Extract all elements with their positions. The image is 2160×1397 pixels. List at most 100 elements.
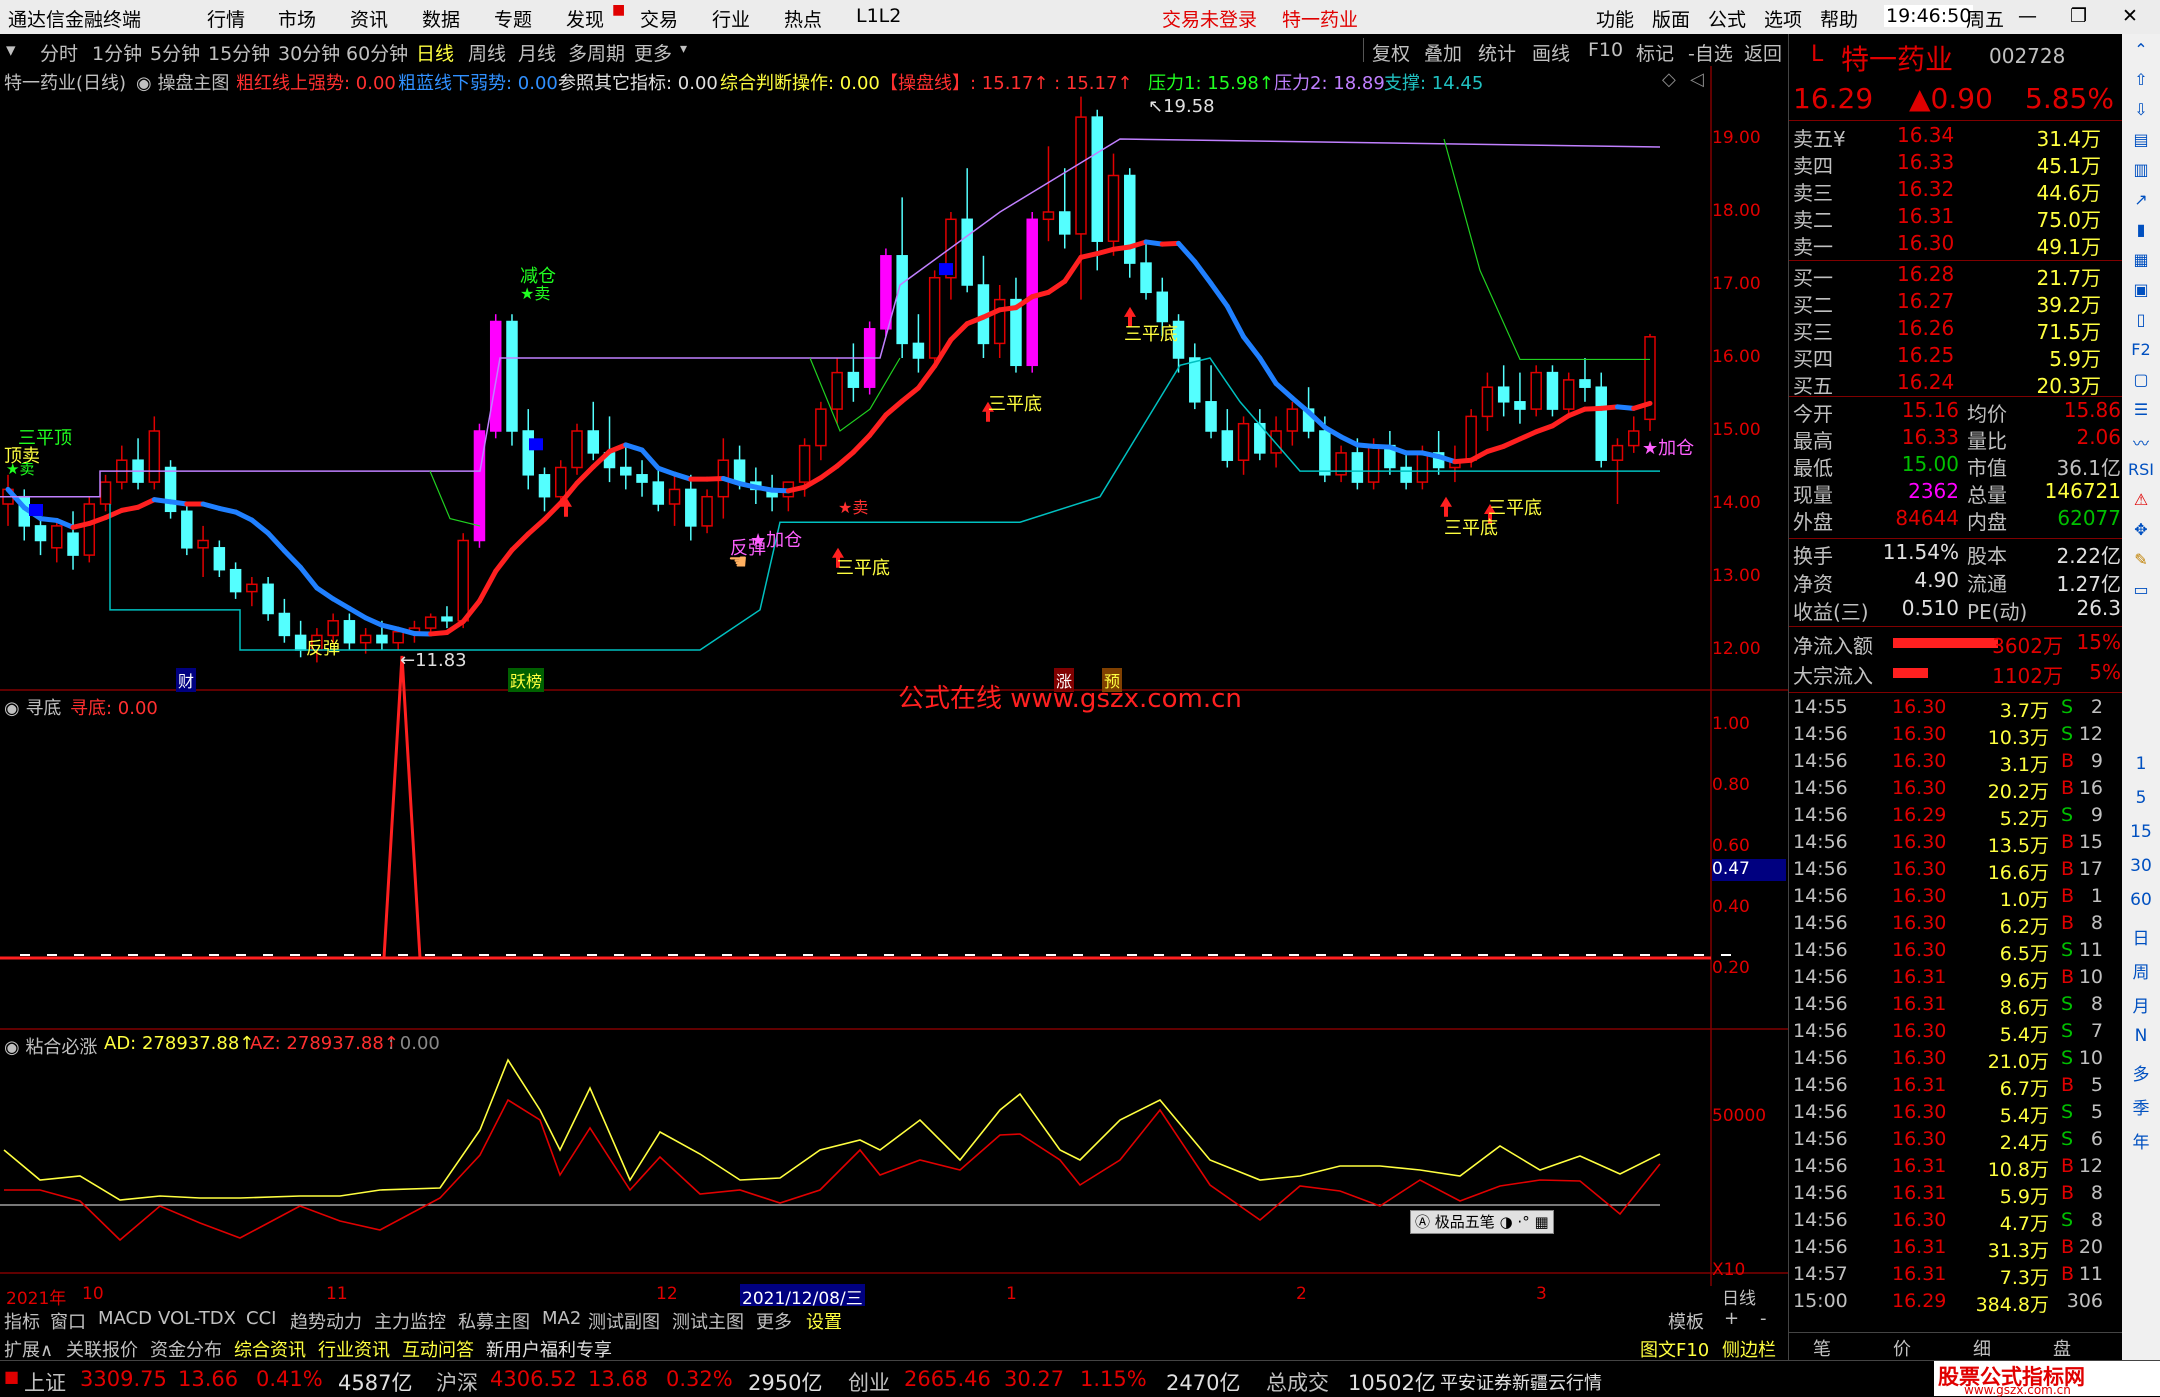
period-shortcut[interactable]: 月	[2126, 992, 2156, 1017]
menu-item-hangqing[interactable]: 行情	[207, 5, 245, 32]
tab-more[interactable]: 更多	[634, 39, 672, 66]
ask-row[interactable]: 卖五¥ 16.34 31.4万	[1789, 123, 2109, 150]
tab-bi[interactable]: 笔	[1813, 1335, 1831, 1361]
arrow-down-icon[interactable]: ⇩	[2126, 100, 2156, 119]
table-row[interactable]: 14:56 16.30 5.4万 S 7	[1789, 1020, 2109, 1047]
wave-icon[interactable]: 〰	[2126, 430, 2156, 454]
tab-pan[interactable]: 盘	[2053, 1335, 2071, 1361]
menu-item-l1l2[interactable]: L1L2	[856, 5, 901, 27]
tab-1min[interactable]: 1分钟	[92, 39, 142, 66]
fuquan-button[interactable]: 复权	[1372, 39, 1410, 66]
table-row[interactable]: 14:56 16.30 13.5万 B 15	[1789, 831, 2109, 858]
table-row[interactable]: 14:56 16.31 5.9万 B 8	[1789, 1182, 2109, 1209]
table-row[interactable]: 14:56 16.30 21.0万 S 10	[1789, 1047, 2109, 1074]
huaxian-button[interactable]: 画线	[1532, 39, 1570, 66]
chevron-down-icon[interactable]: ▾	[6, 39, 16, 61]
table-row[interactable]: 14:56 16.30 6.2万 B 8	[1789, 912, 2109, 939]
close-icon[interactable]: ✕	[2122, 5, 2138, 27]
tab-shezhi[interactable]: 设置	[806, 1308, 842, 1334]
period-shortcut[interactable]: N	[2126, 1026, 2156, 1046]
period-shortcut[interactable]: 日	[2126, 924, 2156, 949]
tab-macd[interactable]: MACD	[98, 1308, 152, 1329]
tab-fenshi[interactable]: 分时	[40, 39, 78, 66]
menu-item-hangye[interactable]: 行业	[712, 5, 750, 32]
cai-marker[interactable]: 财	[176, 668, 196, 692]
chevron-up-icon[interactable]: ⌃	[2126, 40, 2156, 59]
ext-f10[interactable]: 图文F10	[1640, 1336, 1709, 1362]
table-row[interactable]: 14:56 16.30 5.4万 S 5	[1789, 1101, 2109, 1128]
cy-name[interactable]: 创业	[848, 1367, 890, 1397]
menu-item-bangzhu[interactable]: 帮助	[1820, 5, 1858, 32]
table-row[interactable]: 15:00 16.29 384.8万 306	[1789, 1290, 2109, 1317]
tab-cci[interactable]: CCI	[246, 1308, 276, 1329]
diejia-button[interactable]: 叠加	[1424, 39, 1462, 66]
minimize-icon[interactable]: —	[2018, 5, 2037, 27]
tab-gengduo[interactable]: 更多	[756, 1308, 792, 1334]
menu-item-gongneng[interactable]: 功能	[1596, 5, 1634, 32]
zoom-in-button[interactable]: +	[1724, 1308, 1739, 1329]
trend-icon[interactable]: ↗	[2126, 190, 2156, 209]
arrow-up-icon[interactable]: ⇧	[2126, 70, 2156, 89]
tab-xi[interactable]: 细	[1973, 1335, 1991, 1361]
tab-muban[interactable]: 模板	[1668, 1308, 1704, 1334]
tab-zhuli[interactable]: 主力监控	[374, 1308, 446, 1334]
bar-icon[interactable]: ▮	[2126, 220, 2156, 239]
bid-row[interactable]: 买一 16.28 21.7万	[1789, 262, 2109, 289]
menu-item-shichang[interactable]: 市场	[278, 5, 316, 32]
table-row[interactable]: 14:56 16.30 1.0万 B 1	[1789, 885, 2109, 912]
tongji-button[interactable]: 统计	[1478, 39, 1516, 66]
table-row[interactable]: 14:56 16.30 20.2万 B 16	[1789, 777, 2109, 804]
tab-60min[interactable]: 60分钟	[346, 39, 408, 66]
tab-ma2[interactable]: MA2	[542, 1308, 581, 1329]
table-row[interactable]: 14:56 16.30 2.4万 S 6	[1789, 1128, 2109, 1155]
formula-name[interactable]: ◉ 操盘主图	[136, 69, 229, 95]
period-shortcut[interactable]: 5	[2126, 788, 2156, 808]
zoom-out-button[interactable]: -	[1760, 1308, 1767, 1329]
menu-item-zhuanti[interactable]: 专题	[494, 5, 532, 32]
ext-tab-fuli[interactable]: 新用户福利专享	[486, 1336, 612, 1362]
ask-row[interactable]: 卖三 16.32 44.6万	[1789, 177, 2109, 204]
grid-icon[interactable]: ▦	[2126, 250, 2156, 269]
alert-icon[interactable]: ⚠	[2126, 490, 2156, 509]
more-chevron-icon[interactable]: ▾	[680, 41, 687, 57]
diamond-icon[interactable]: ◇	[1662, 69, 1676, 90]
table-row[interactable]: 14:56 16.31 31.3万 B 20	[1789, 1236, 2109, 1263]
menu-item-redian[interactable]: 热点	[784, 5, 822, 32]
table-row[interactable]: 14:56 16.30 3.1万 B 9	[1789, 750, 2109, 777]
f10-button[interactable]: F10	[1588, 39, 1623, 61]
menu-item-shuju[interactable]: 数据	[422, 5, 460, 32]
zixuan-button[interactable]: -自选	[1688, 39, 1733, 66]
menu-item-faxian[interactable]: 发现	[566, 5, 604, 32]
period-shortcut[interactable]: 60	[2126, 890, 2156, 910]
ask-row[interactable]: 卖一 16.30 49.1万	[1789, 231, 2109, 258]
menu-item-banmian[interactable]: 版面	[1652, 5, 1690, 32]
table-row[interactable]: 14:56 16.31 8.6万 S 8	[1789, 993, 2109, 1020]
tab-weekly[interactable]: 周线	[468, 39, 506, 66]
window-icon[interactable]: ▢	[2126, 370, 2156, 389]
panel-arrow-icon[interactable]: ◁	[1690, 69, 1704, 90]
restore-icon[interactable]: ❐	[2070, 5, 2087, 27]
f2-icon[interactable]: F2	[2126, 340, 2156, 359]
yuebang-marker[interactable]: 跃榜	[508, 668, 544, 692]
sub2-title[interactable]: ◉ 粘合必涨	[4, 1033, 97, 1059]
period-shortcut[interactable]: 30	[2126, 856, 2156, 876]
tab-chuangkou[interactable]: 窗口	[50, 1308, 86, 1334]
tab-daily[interactable]: 日线	[416, 39, 454, 66]
menu-item-zixun[interactable]: 资讯	[350, 5, 388, 32]
ext-tab-zijin[interactable]: 资金分布	[150, 1336, 222, 1362]
bid-row[interactable]: 买三 16.26 71.5万	[1789, 316, 2109, 343]
period-shortcut[interactable]: 周	[2126, 958, 2156, 983]
table-row[interactable]: 14:57 16.31 7.3万 B 11	[1789, 1263, 2109, 1290]
ext-toggle[interactable]: 扩展∧	[4, 1336, 53, 1362]
period-shortcut[interactable]: 季	[2126, 1094, 2156, 1119]
biaoji-button[interactable]: 标记	[1636, 39, 1674, 66]
tab-qushi[interactable]: 趋势动力	[290, 1308, 362, 1334]
ime-toolbar[interactable]: Ⓐ 极品五笔 ◑ ·° ▦	[1410, 1210, 1554, 1234]
fanhui-button[interactable]: 返回	[1744, 39, 1782, 66]
tab-30min[interactable]: 30分钟	[278, 39, 340, 66]
table-row[interactable]: 14:56 16.30 4.7万 S 8	[1789, 1209, 2109, 1236]
tab-ceshi-fu[interactable]: 测试副图	[588, 1308, 660, 1334]
tab-monthly[interactable]: 月线	[518, 39, 556, 66]
menu-item-jiaoyi[interactable]: 交易	[640, 5, 678, 32]
tab-zhibiao[interactable]: 指标	[4, 1308, 40, 1334]
